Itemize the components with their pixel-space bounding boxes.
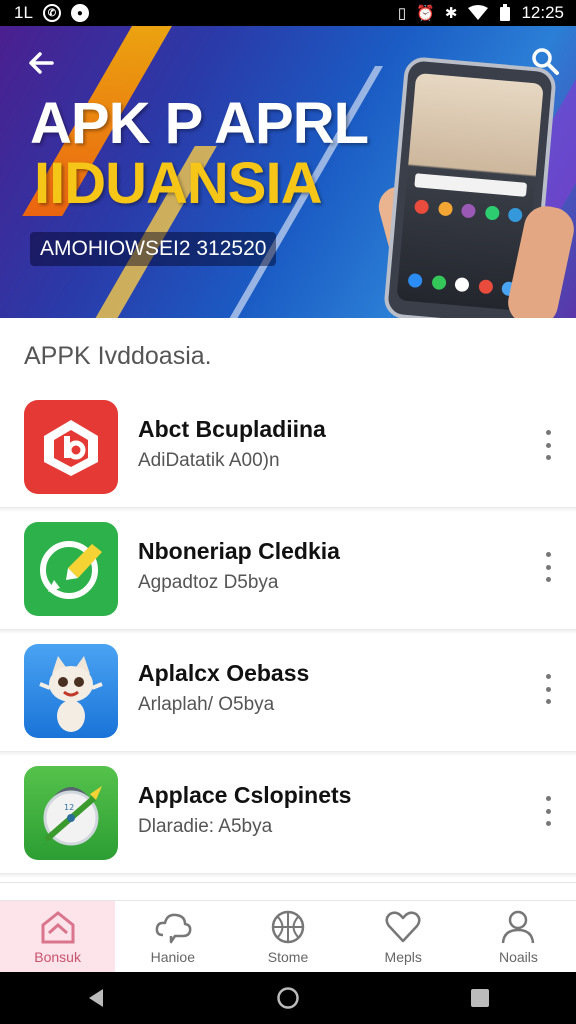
status-left-text: 1L	[14, 3, 33, 22]
app-meta: Agpadtoz D5bya	[138, 572, 279, 593]
app-name: Aplalcx Oebass	[138, 660, 310, 686]
nav-item-maps[interactable]: Mepls	[346, 901, 461, 972]
nav-item-profile[interactable]: Noails	[461, 901, 576, 972]
row-divider	[0, 873, 576, 878]
app-name: Abct Bcupladiina	[138, 416, 326, 442]
system-home-icon[interactable]	[268, 978, 308, 1018]
compass-icon: 12	[24, 766, 118, 860]
vibrate-icon: ▯	[397, 5, 407, 22]
nav-label: Hanioe	[150, 948, 195, 965]
hero-banner: APK P APRL IIDUANSIA AMOHIOWSEI2 312520	[0, 26, 576, 318]
bluetooth-icon: ✱	[444, 5, 458, 22]
app-name: Nboneriap Cledkia	[138, 538, 340, 564]
heart-icon	[385, 910, 421, 942]
app-list: Abct Bcupladiina AdiDatatik A00)n Nboner…	[0, 386, 576, 878]
svg-text:12: 12	[64, 803, 74, 812]
more-options-icon[interactable]	[538, 552, 558, 582]
whatsapp-icon: ✆	[42, 4, 61, 22]
status-time: 12:25	[521, 3, 564, 22]
nav-item-cloud[interactable]: Hanioe	[115, 901, 230, 972]
app-meta: AdiDatatik A00)n	[138, 450, 280, 471]
phone-dock	[407, 272, 517, 297]
wifi-icon	[468, 5, 489, 20]
banner-code: AMOHIOWSEI2 312520	[30, 232, 277, 266]
basketball-icon	[271, 910, 305, 943]
list-item[interactable]: Abct Bcupladiina AdiDatatik A00)n	[0, 386, 576, 512]
phone-search-bar	[414, 173, 528, 197]
nav-label: Bonsuk	[34, 948, 81, 965]
system-back-icon[interactable]	[76, 978, 116, 1018]
system-navigation-bar	[0, 972, 576, 1024]
home-icon	[41, 910, 75, 943]
person-icon	[502, 910, 535, 943]
nav-label: Stome	[267, 948, 309, 965]
app-meta: Dlaradie: A5bya	[138, 816, 273, 837]
cartoon-cat-icon	[24, 644, 118, 738]
bottom-navigation: Bonsuk Hanioe Stome Mepls Noails	[0, 900, 576, 972]
app-notification-icon: ●	[70, 4, 89, 22]
nav-label: Mepls	[384, 948, 422, 965]
nav-item-store[interactable]: Stome	[230, 901, 345, 972]
more-options-icon[interactable]	[538, 796, 558, 826]
list-item-partial	[0, 882, 576, 902]
nav-label: Noails	[498, 948, 538, 965]
banner-subtitle: IIDUANSIA	[34, 151, 322, 216]
battery-icon	[500, 4, 511, 21]
status-bar: 1L ✆ ● ▯ ⏰ ✱ 12:25	[0, 0, 576, 26]
back-arrow-icon[interactable]	[24, 46, 58, 80]
system-recents-icon[interactable]	[460, 978, 500, 1018]
nav-item-home[interactable]: Bonsuk	[0, 901, 116, 972]
more-options-icon[interactable]	[538, 430, 558, 460]
green-chat-icon	[24, 522, 118, 616]
list-item[interactable]: 12 Applace Cslopinets Dlaradie: A5bya	[0, 752, 576, 878]
banner-title: APK P APRL	[30, 91, 369, 156]
section-title: APPK Ivddoasia.	[24, 342, 212, 370]
list-item[interactable]: Aplalcx Oebass Arlaplah/ O5bya	[0, 630, 576, 756]
list-item[interactable]: Nboneriap Cledkia Agpadtoz D5bya	[0, 508, 576, 634]
red-app-icon	[24, 400, 118, 494]
more-options-icon[interactable]	[538, 674, 558, 704]
status-right: ▯ ⏰ ✱ 12:25	[398, 3, 564, 23]
cloud-icon	[155, 913, 192, 943]
status-left: 1L ✆ ●	[14, 3, 89, 23]
phone-app-row	[414, 199, 523, 223]
app-name: Applace Cslopinets	[138, 782, 352, 808]
alarm-icon: ⏰	[416, 5, 435, 22]
app-meta: Arlaplah/ O5bya	[138, 694, 275, 715]
